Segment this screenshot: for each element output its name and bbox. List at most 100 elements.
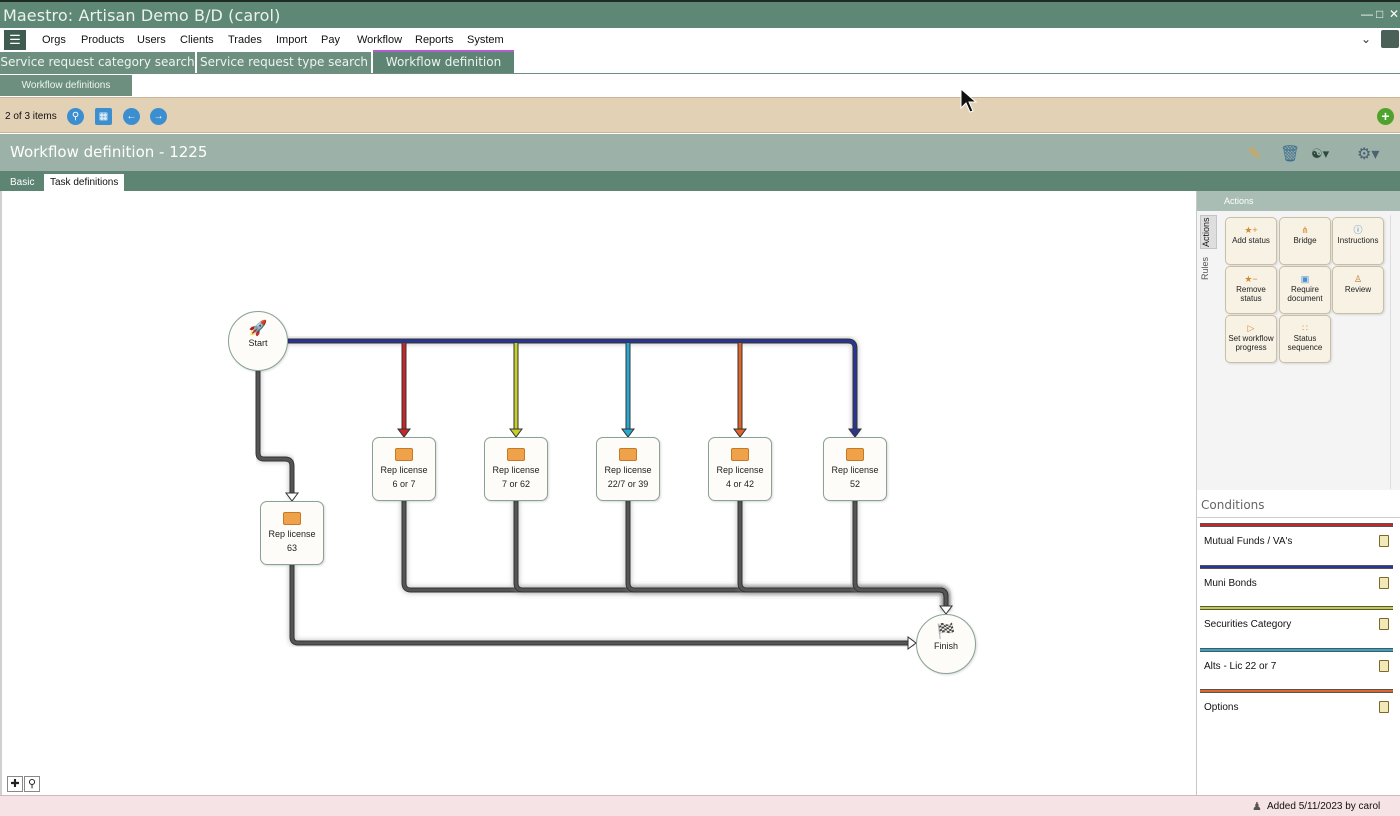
mouse-cursor-icon bbox=[960, 88, 978, 113]
clipboard-icon[interactable] bbox=[1379, 535, 1389, 547]
start-label: Start bbox=[248, 338, 268, 348]
instructions-button[interactable]: ⓘ Instructions bbox=[1332, 217, 1384, 265]
menu-orgs[interactable]: Orgs bbox=[42, 34, 66, 46]
binoculars-icon[interactable]: ☯▾ bbox=[1311, 146, 1329, 162]
status-bar: ♟ Added 5/11/2023 by carol bbox=[0, 795, 1400, 816]
finish-label: Finish bbox=[933, 641, 958, 651]
menu-products[interactable]: Products bbox=[81, 34, 124, 46]
menu-system[interactable]: System bbox=[467, 34, 504, 46]
connector-start-to-63-outline bbox=[255, 371, 295, 499]
condition-color-bar bbox=[1200, 689, 1393, 693]
hamburger-menu-icon[interactable]: ☰ bbox=[4, 30, 26, 50]
bridge-button[interactable]: ⋔ Bridge bbox=[1279, 217, 1331, 265]
clipboard-icon[interactable] bbox=[1379, 701, 1389, 713]
menu-reports[interactable]: Reports bbox=[415, 34, 454, 46]
condition-securities-category[interactable]: Securities Category bbox=[1204, 619, 1291, 630]
connector-63-to-finish[interactable] bbox=[290, 565, 914, 645]
connector-63-to-finish-shadow bbox=[288, 565, 914, 647]
connector-start-to-63[interactable] bbox=[256, 371, 294, 499]
add-icon[interactable]: + bbox=[1377, 108, 1394, 125]
calendar-icon[interactable]: ▦ bbox=[95, 108, 112, 125]
task-sublabel: 52 bbox=[849, 479, 860, 489]
tab-basic[interactable]: Basic bbox=[4, 174, 40, 191]
menu-trades[interactable]: Trades bbox=[228, 34, 262, 46]
task-node-rep-license-63[interactable]: Rep license 63 bbox=[260, 501, 324, 565]
conditions-title: Conditions bbox=[1201, 498, 1265, 512]
page-title: Workflow definition - 1225 bbox=[10, 143, 208, 161]
task-image-icon bbox=[507, 448, 525, 461]
maximize-icon[interactable]: □ bbox=[1376, 7, 1383, 21]
gear-icon[interactable]: ⚙▾ bbox=[1357, 144, 1379, 164]
sequence-icon: ∷ bbox=[1302, 323, 1308, 333]
tab-workflow-definitions[interactable]: Workflow definitions bbox=[0, 75, 132, 96]
checkered-flag-icon: 🏁 bbox=[936, 623, 956, 640]
pan-move-icon[interactable]: ✚ bbox=[7, 776, 23, 792]
progress-icon: ▷ bbox=[1247, 323, 1255, 333]
tab-service-request-type-search[interactable]: Service request type search bbox=[197, 52, 371, 73]
condition-alts[interactable]: Alts - Lic 22 or 7 bbox=[1204, 661, 1276, 672]
require-document-button[interactable]: ▣ Require document bbox=[1279, 266, 1331, 314]
task-label: Rep license bbox=[492, 465, 540, 475]
review-button[interactable]: ♙ Review bbox=[1332, 266, 1384, 314]
task-node-rep-license-52[interactable]: Rep license 52 bbox=[823, 437, 887, 501]
clipboard-icon[interactable] bbox=[1379, 577, 1389, 589]
actions-header: Actions bbox=[1197, 191, 1400, 211]
tab-service-request-category-search[interactable]: Service request category search bbox=[0, 52, 195, 73]
arrowhead-mutual-funds bbox=[397, 428, 411, 438]
tab-workflow-definition[interactable]: Workflow definition bbox=[373, 52, 514, 73]
arrowhead-to-finish bbox=[939, 605, 953, 615]
task-node-rep-license-22-7-or-39[interactable]: Rep license 22/7 or 39 bbox=[596, 437, 660, 501]
remove-status-button[interactable]: ★− Remove status bbox=[1225, 266, 1277, 314]
condition-mutual-funds[interactable]: Mutual Funds / VA's bbox=[1204, 536, 1292, 547]
next-icon[interactable]: → bbox=[150, 108, 167, 125]
actions-scrollbar[interactable] bbox=[1390, 215, 1398, 489]
task-label: Rep license bbox=[380, 465, 428, 475]
search-icon[interactable]: ⚲ bbox=[67, 108, 84, 125]
set-workflow-progress-button[interactable]: ▷ Set workflow progress bbox=[1225, 315, 1277, 363]
previous-icon[interactable]: ← bbox=[123, 108, 140, 125]
tab-divider bbox=[0, 73, 1400, 74]
chevron-down-icon[interactable]: ⌄ bbox=[1361, 32, 1371, 46]
connector-muni-bonds-shadow bbox=[288, 337, 859, 435]
condition-options[interactable]: Options bbox=[1204, 702, 1238, 713]
condition-color-bar bbox=[1200, 606, 1393, 610]
clipboard-icon[interactable] bbox=[1379, 660, 1389, 672]
condition-muni-bonds[interactable]: Muni Bonds bbox=[1204, 578, 1257, 589]
info-icon: ⓘ bbox=[1353, 225, 1363, 235]
connector-muni-bonds[interactable] bbox=[288, 339, 857, 435]
side-tab-actions[interactable]: Actions bbox=[1200, 215, 1217, 249]
arrowhead-securities bbox=[509, 428, 523, 438]
task-node-rep-license-6-or-7[interactable]: Rep license 6 or 7 bbox=[372, 437, 436, 501]
task-node-rep-license-7-or-62[interactable]: Rep license 7 or 62 bbox=[484, 437, 548, 501]
condition-color-bar bbox=[1200, 523, 1393, 527]
delete-trash-icon[interactable]: 🗑 bbox=[1280, 144, 1300, 164]
task-node-rep-license-4-or-42[interactable]: Rep license 4 or 42 bbox=[708, 437, 772, 501]
menu-pay[interactable]: Pay bbox=[321, 34, 340, 46]
menu-clients[interactable]: Clients bbox=[180, 34, 214, 46]
start-node[interactable]: 🚀 Start bbox=[228, 311, 288, 371]
bridge-icon: ⋔ bbox=[1301, 225, 1309, 235]
zoom-icon[interactable]: ⚲ bbox=[24, 776, 40, 792]
status-sequence-button[interactable]: ∷ Status sequence bbox=[1279, 315, 1331, 363]
tab-task-definitions[interactable]: Task definitions bbox=[44, 174, 125, 191]
condition-color-bar bbox=[1200, 565, 1393, 569]
task-image-icon bbox=[395, 448, 413, 461]
task-image-icon bbox=[731, 448, 749, 461]
app-logo-icon bbox=[1381, 30, 1399, 48]
minimize-icon[interactable]: — bbox=[1361, 7, 1373, 21]
menu-users[interactable]: Users bbox=[137, 34, 166, 46]
person-icon: ♙ bbox=[1353, 274, 1363, 284]
workflow-canvas[interactable]: 🚀 Start 🏁 Finish Rep license 63 Rep lice… bbox=[0, 191, 1196, 795]
menu-workflow[interactable]: Workflow bbox=[357, 34, 402, 46]
side-tab-rules[interactable]: Rules bbox=[1200, 253, 1217, 283]
connector-start-to-63-shadow bbox=[254, 371, 296, 499]
close-icon[interactable]: ✕ bbox=[1389, 7, 1399, 21]
arrowhead-63-to-finish bbox=[907, 636, 917, 650]
clipboard-icon[interactable] bbox=[1379, 618, 1389, 630]
inner-tab-bar: Basic Task definitions bbox=[0, 171, 1400, 191]
finish-node[interactable]: 🏁 Finish bbox=[916, 614, 976, 674]
edit-pencil-icon[interactable]: ✎ bbox=[1248, 144, 1261, 164]
menu-import[interactable]: Import bbox=[276, 34, 307, 46]
task-sublabel: 7 or 62 bbox=[501, 479, 531, 489]
add-status-button[interactable]: ★+ Add status bbox=[1225, 217, 1277, 265]
